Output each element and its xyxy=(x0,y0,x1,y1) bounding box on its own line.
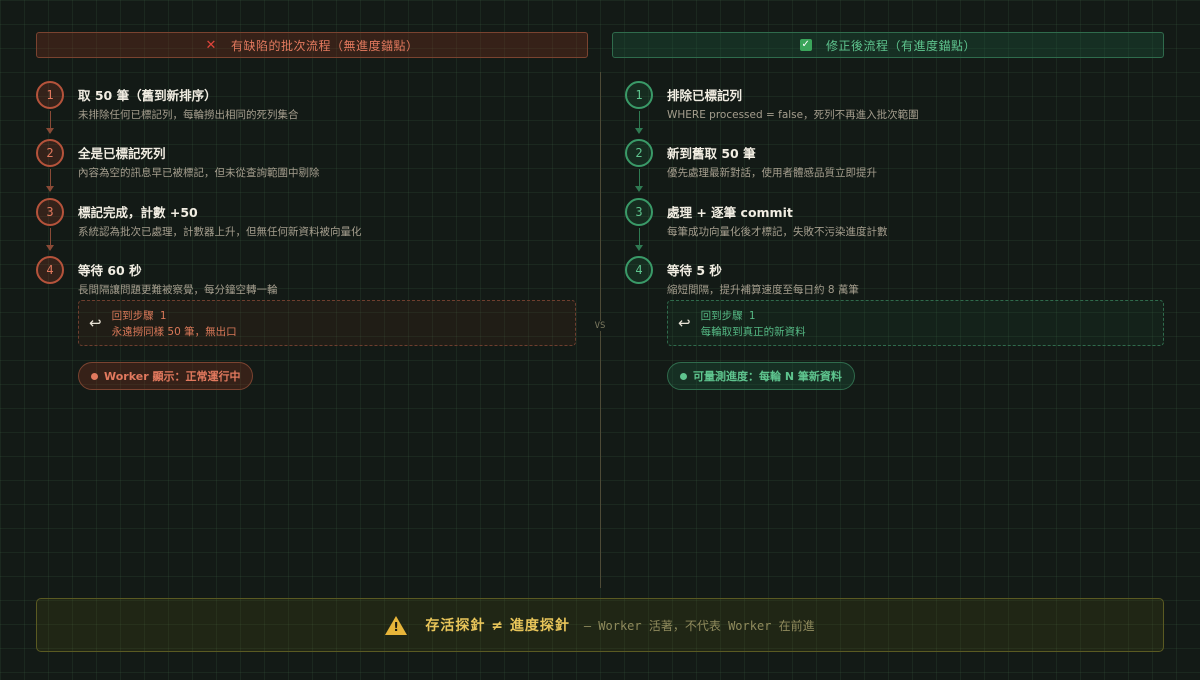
progress-metric-text: 可量測進度：每輪 N 筆新資料 xyxy=(693,370,842,383)
step-connector-arrow xyxy=(46,169,54,192)
step-title: 全是已標記死列 xyxy=(78,146,166,161)
warning-icon-glyph: ! xyxy=(393,619,399,634)
step-title: 新到舊取 50 筆 xyxy=(667,146,756,161)
step-number: 1 xyxy=(36,81,64,109)
step-description: 優先處理最新對話，使用者體感品質立即提升 xyxy=(667,167,877,179)
step-number: 2 xyxy=(36,139,64,167)
footer-warning-banner: ! 存活探針 ≠ 進度探針 — Worker 活著，不代表 Worker 在前進 xyxy=(36,598,1164,652)
step-number: 4 xyxy=(36,256,64,284)
step-number: 1 xyxy=(625,81,653,109)
fixed-flow-header: ✓ 修正後流程（有進度錨點） xyxy=(612,32,1164,58)
banner-sub-text: — Worker 活著，不代表 Worker 在前進 xyxy=(583,618,815,633)
return-arrow-icon: ↩ xyxy=(89,314,102,332)
worker-status-text: Worker 顯示：正常運行中 xyxy=(104,370,241,383)
step-description: 每筆成功向量化後才標記，失敗不污染進度計數 xyxy=(667,226,888,238)
step-title: 等待 60 秒 xyxy=(78,263,142,278)
step-title: 排除已標記列 xyxy=(667,88,743,103)
step-connector-arrow xyxy=(46,228,54,251)
step-description: WHERE processed = false，死列不再進入批次範圍 xyxy=(667,109,919,121)
step-connector-arrow xyxy=(46,111,54,134)
step-connector-arrow xyxy=(635,228,643,251)
return-arrow-icon: ↩ xyxy=(678,314,691,332)
step-description: 縮短間隔，提升補算速度至每日約 8 萬筆 xyxy=(667,284,859,296)
step-title: 處理 + 逐筆 commit xyxy=(667,205,793,220)
step-title: 取 50 筆（舊到新排序） xyxy=(78,88,217,103)
status-dot-icon xyxy=(91,372,98,380)
step-number: 2 xyxy=(625,139,653,167)
vs-label: VS xyxy=(589,321,611,331)
step-number: 3 xyxy=(625,198,653,226)
status-dot-icon xyxy=(680,372,687,380)
warning-icon: ! xyxy=(385,615,408,635)
loop-target-text: 回到步驟 1 xyxy=(111,309,167,322)
fixed-loop-back-box: ↩ 回到步驟 1 每輪取到真正的新資料 xyxy=(667,300,1164,346)
banner-main-text: 存活探針 ≠ 進度探針 xyxy=(425,618,570,634)
step-description: 長間隔讓問題更難被察覺，每分鐘空轉一輪 xyxy=(78,284,278,296)
step-connector-arrow xyxy=(635,169,643,192)
loop-description: 每輪取到真正的新資料 xyxy=(700,325,806,338)
step-number: 4 xyxy=(625,256,653,284)
fixed-flow-title: 修正後流程（有進度錨點） xyxy=(825,38,976,53)
step-description: 內容為空的訊息早已被標記，但未從查詢範圍中剔除 xyxy=(78,167,320,179)
step-title: 等待 5 秒 xyxy=(667,263,722,278)
step-description: 系統認為批次已處理，計數器上升，但無任何新資料被向量化 xyxy=(78,226,362,238)
step-number: 3 xyxy=(36,198,64,226)
progress-metric-badge: 可量測進度：每輪 N 筆新資料 xyxy=(667,362,855,390)
step-description: 未排除任何已標記列，每輪撈出相同的死列集合 xyxy=(78,109,299,121)
flawed-flow-header: ✕ 有缺陷的批次流程（無進度錨點） xyxy=(36,32,588,58)
step-title: 標記完成，計數 +50 xyxy=(78,205,198,220)
step-connector-arrow xyxy=(635,111,643,134)
loop-target-text: 回到步驟 1 xyxy=(700,309,756,322)
flawed-loop-back-box: ↩ 回到步驟 1 永遠撈同樣 50 筆，無出口 xyxy=(78,300,576,346)
worker-status-badge: Worker 顯示：正常運行中 xyxy=(78,362,254,390)
flawed-flow-title: 有缺陷的批次流程（無進度錨點） xyxy=(230,38,419,53)
loop-description: 永遠撈同樣 50 筆，無出口 xyxy=(111,325,237,338)
checkmark-icon: ✓ xyxy=(799,39,812,51)
cross-icon: ✕ xyxy=(205,37,217,53)
